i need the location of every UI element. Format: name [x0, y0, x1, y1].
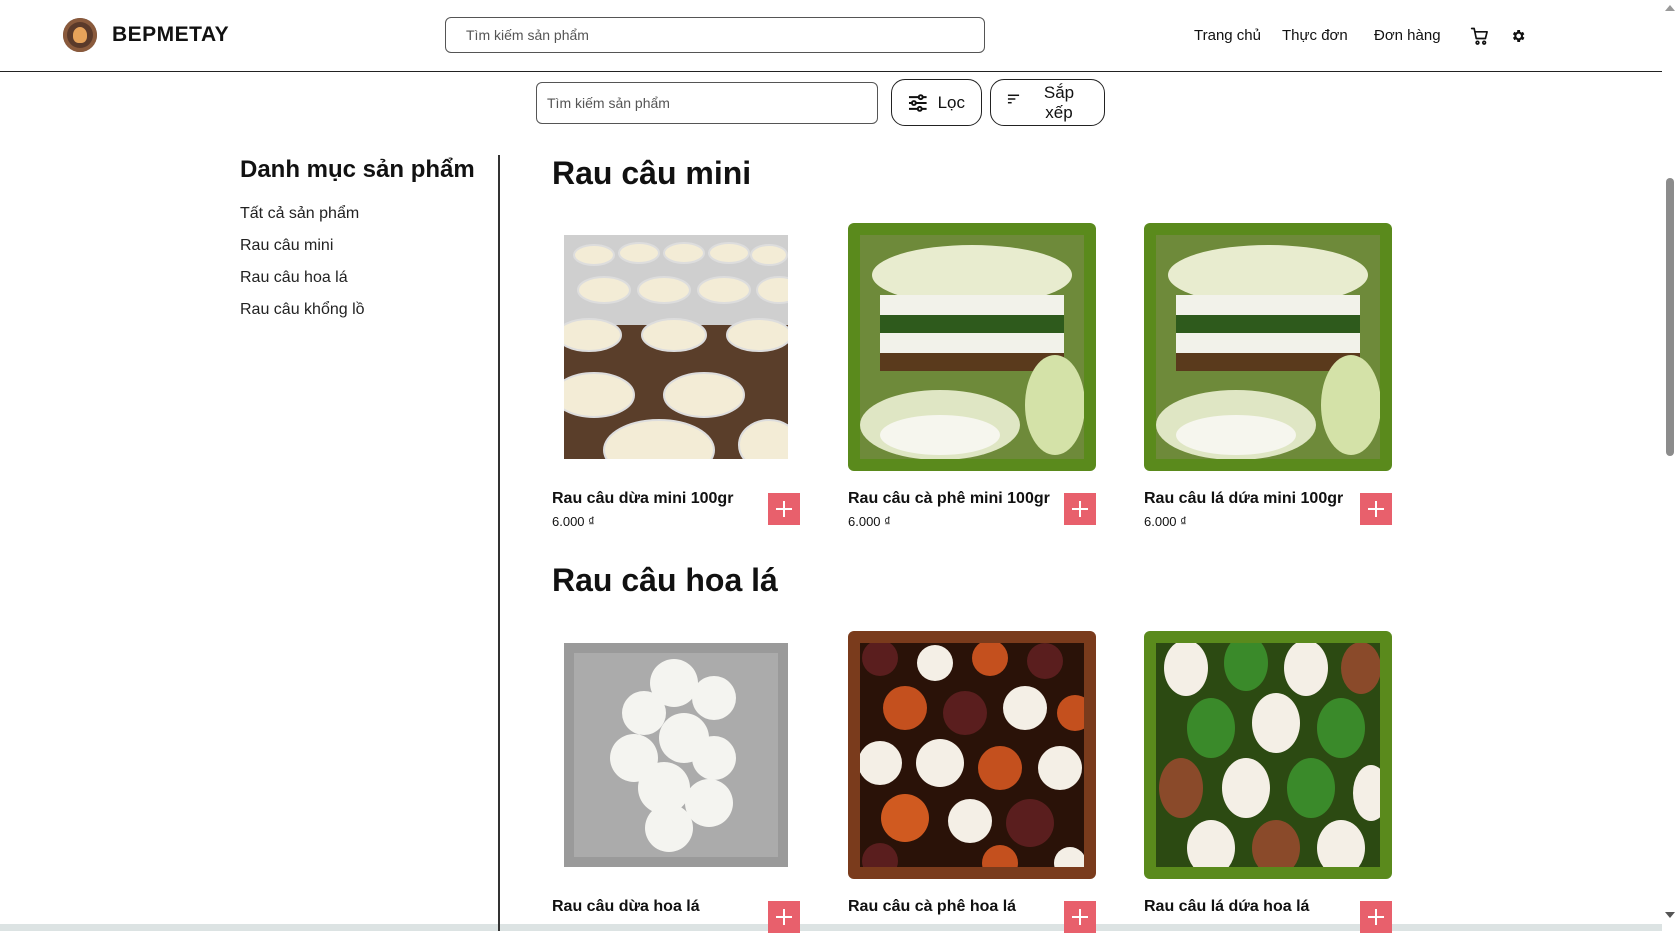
add-to-cart-button[interactable] — [1360, 493, 1392, 525]
plus-icon — [776, 909, 792, 925]
product-name[interactable]: Rau câu lá dứa hoa lá — [1144, 898, 1309, 916]
cart-icon[interactable] — [1469, 25, 1491, 47]
add-to-cart-button[interactable] — [768, 493, 800, 525]
gear-icon[interactable] — [1507, 25, 1529, 47]
brand-logo-icon[interactable] — [63, 18, 97, 52]
bottom-strip — [0, 924, 1662, 931]
filter-sliders-icon — [908, 93, 927, 112]
product-name[interactable]: Rau câu dừa hoa lá — [552, 898, 700, 916]
product-search-input[interactable] — [536, 82, 878, 124]
plus-icon — [776, 501, 792, 517]
sidebar-item-rau-cau-khong-lo[interactable]: Rau câu khổng lồ — [240, 301, 365, 319]
add-to-cart-button[interactable] — [1064, 493, 1096, 525]
product-name[interactable]: Rau câu cà phê mini 100gr — [848, 490, 1050, 508]
product-image-pandan-mini[interactable] — [1144, 223, 1392, 471]
product-image-coconut-flower[interactable] — [552, 631, 800, 879]
nav-menu-link[interactable]: Thực đơn — [1282, 27, 1348, 44]
add-to-cart-button[interactable] — [1360, 901, 1392, 933]
product-image-pandan-flower[interactable] — [1144, 631, 1392, 879]
sidebar-divider — [498, 155, 500, 931]
sidebar-item-rau-cau-hoa-la[interactable]: Rau câu hoa lá — [240, 269, 348, 287]
product-price: 6.000 ₫ — [1144, 514, 1187, 529]
plus-icon — [1072, 909, 1088, 925]
product-image-coffee-mini[interactable] — [848, 223, 1096, 471]
plus-icon — [1368, 909, 1384, 925]
product-name[interactable]: Rau câu dừa mini 100gr — [552, 490, 733, 508]
product-price: 6.000 ₫ — [552, 514, 595, 529]
plus-icon — [1072, 501, 1088, 517]
section-title-hoa-la: Rau câu hoa lá — [552, 562, 778, 598]
sort-lines-icon — [1007, 94, 1020, 103]
sidebar-item-all-products[interactable]: Tất cả sản phẩm — [240, 205, 359, 223]
sidebar-title: Danh mục sản phẩm — [240, 156, 475, 183]
page-scrollbar[interactable] — [1662, 0, 1678, 931]
product-name[interactable]: Rau câu cà phê hoa lá — [848, 898, 1016, 916]
add-to-cart-button[interactable] — [768, 901, 800, 933]
nav-home-link[interactable]: Trang chủ — [1194, 27, 1261, 44]
scroll-down-arrow-icon[interactable] — [1665, 912, 1675, 918]
product-price: 6.000 ₫ — [848, 514, 891, 529]
nav-orders-link[interactable]: Đơn hàng — [1374, 27, 1441, 44]
brand-name[interactable]: BEPMETAY — [112, 23, 229, 47]
top-navbar: BEPMETAY Trang chủ Thực đơn Đơn hàng — [0, 0, 1662, 72]
sort-label: Sắp xếp — [1043, 82, 1075, 122]
plus-icon — [1368, 501, 1384, 517]
filter-button[interactable]: Lọc — [891, 79, 982, 126]
section-title-mini: Rau câu mini — [552, 155, 752, 191]
sort-button[interactable]: Sắp xếp — [990, 79, 1105, 126]
product-image-coconut-mini[interactable] — [552, 223, 800, 471]
scrollbar-thumb[interactable] — [1666, 178, 1674, 456]
sidebar-item-rau-cau-mini[interactable]: Rau câu mini — [240, 237, 333, 255]
product-image-coffee-flower[interactable] — [848, 631, 1096, 879]
header-search-input[interactable] — [445, 17, 985, 53]
filter-label: Lọc — [937, 92, 965, 112]
scroll-up-arrow-icon[interactable] — [1665, 5, 1675, 11]
product-name[interactable]: Rau câu lá dứa mini 100gr — [1144, 490, 1343, 508]
add-to-cart-button[interactable] — [1064, 901, 1096, 933]
